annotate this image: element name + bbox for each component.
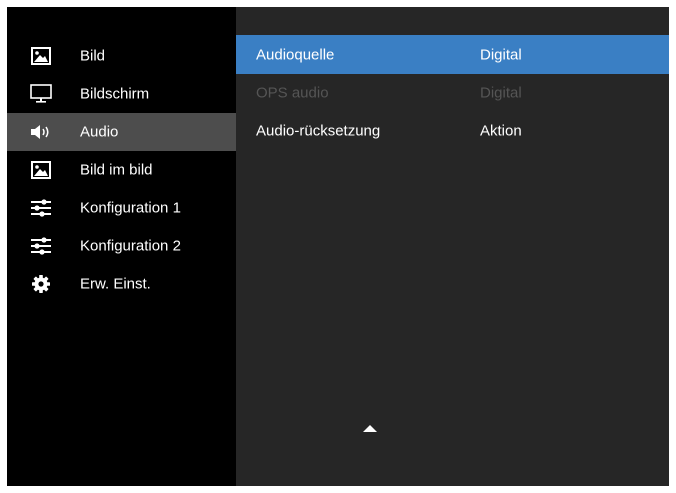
sliders-icon bbox=[29, 198, 53, 218]
sidebar-item-label: Erw. Einst. bbox=[80, 275, 151, 293]
category-sidebar: Bild Bildschirm Audio Bild im bild Konfi… bbox=[7, 7, 236, 486]
setting-row-audio-ruecksetzung[interactable]: Audio-rücksetzung Aktion bbox=[236, 112, 669, 150]
up-arrow-icon[interactable] bbox=[363, 425, 377, 432]
osd-menu: Bild Bildschirm Audio Bild im bild Konfi… bbox=[7, 7, 669, 486]
setting-row-ops-audio: OPS audio Digital bbox=[236, 74, 669, 112]
gear-icon bbox=[29, 274, 53, 294]
picture-icon bbox=[29, 46, 53, 66]
setting-name: OPS audio bbox=[256, 84, 329, 102]
setting-value: Digital bbox=[480, 84, 522, 102]
sidebar-item-label: Konfiguration 1 bbox=[80, 199, 181, 217]
setting-name: Audio-rücksetzung bbox=[256, 122, 381, 140]
setting-name: Audioquelle bbox=[256, 46, 335, 63]
setting-value: Aktion bbox=[480, 122, 522, 140]
sidebar-item-label: Bildschirm bbox=[80, 85, 150, 103]
settings-panel: Audioquelle Digital OPS audio Digital Au… bbox=[236, 7, 669, 486]
sidebar-item-konfiguration-1[interactable]: Konfiguration 1 bbox=[7, 189, 236, 227]
sidebar-item-erw-einst[interactable]: Erw. Einst. bbox=[7, 265, 236, 303]
sidebar-item-konfiguration-2[interactable]: Konfiguration 2 bbox=[7, 227, 236, 265]
monitor-icon bbox=[29, 84, 53, 104]
sidebar-item-label: Bild im bild bbox=[80, 161, 153, 179]
category-list: Bild Bildschirm Audio Bild im bild Konfi… bbox=[7, 37, 236, 303]
sidebar-item-bildschirm[interactable]: Bildschirm bbox=[7, 75, 236, 113]
setting-value: Digital bbox=[480, 46, 522, 63]
sidebar-item-bild[interactable]: Bild bbox=[7, 37, 236, 75]
sidebar-item-label: Bild bbox=[80, 47, 106, 65]
speaker-icon bbox=[29, 122, 53, 142]
settings-list: Audioquelle Digital OPS audio Digital Au… bbox=[236, 35, 669, 150]
sidebar-item-label: Audio bbox=[80, 123, 119, 141]
picture-icon bbox=[29, 160, 53, 180]
setting-row-audioquelle[interactable]: Audioquelle Digital bbox=[236, 35, 669, 74]
sidebar-item-bild-im-bild[interactable]: Bild im bild bbox=[7, 151, 236, 189]
sliders-icon bbox=[29, 236, 53, 256]
sidebar-item-label: Konfiguration 2 bbox=[80, 237, 181, 255]
sidebar-item-audio[interactable]: Audio bbox=[7, 113, 236, 151]
